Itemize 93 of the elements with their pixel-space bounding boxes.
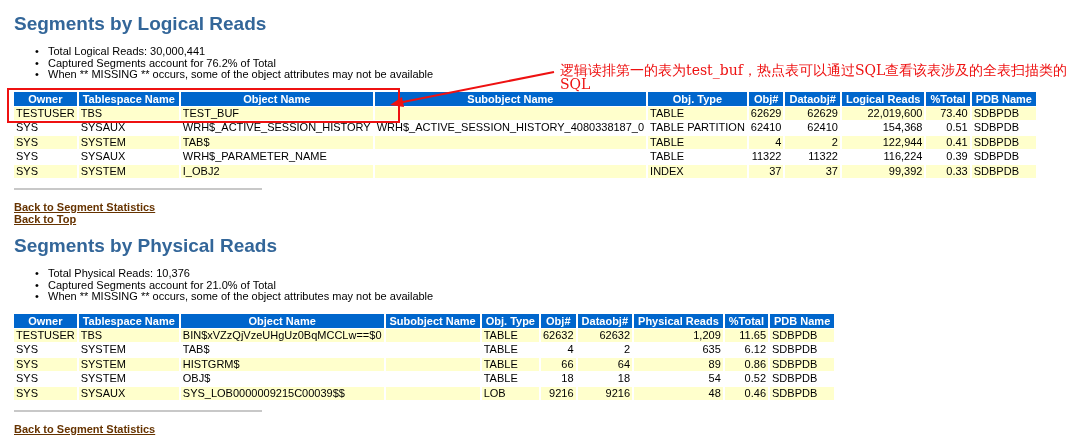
table-cell: SDBPDB [770,328,835,342]
column-header: Physical Reads [634,313,723,328]
column-header: %Total [724,313,769,328]
table-cell: TEST_BUF [180,106,373,120]
table-cell: 37 [785,164,840,178]
table-cell: 11.65 [724,328,769,342]
table-cell: 0.41 [926,135,970,149]
table-cell: BIN$xVZzQjVzeUHgUz0BqMCCLw==$0 [180,328,384,342]
column-header: Owner [14,313,77,328]
table-cell: LOB [481,386,539,400]
column-header: Obj# [541,313,576,328]
table-cell: 2 [785,135,840,149]
bullet-marker: • [35,290,40,302]
table-cell: SYSTEM [78,135,179,149]
table-cell: 62632 [577,328,633,342]
column-header: Owner [14,91,77,106]
column-header: Tablespace Name [78,91,179,106]
table-cell: SDBPDB [971,135,1036,149]
table-cell: 1,209 [634,328,723,342]
bullet-marker: • [35,267,40,279]
table-cell: 0.46 [724,386,769,400]
summary-item: Captured Segments account for 21.0% of Total [48,278,276,291]
summary-item: Total Physical Reads: 10,376 [48,267,190,279]
column-header: Obj# [748,91,784,106]
table-cell: HISTGRM$ [180,357,384,371]
annotation-text: 逻辑读排第一的表为test_buf，热点表可以通过SQL查看该表涉及的全表扫描类的SQL [560,63,1069,91]
table-cell: TESTUSER [14,106,77,120]
table-cell: 62629 [748,106,784,120]
summary-item: When ** MISSING ** occurs, some of the object attributes may not be available [48,68,434,80]
section-heading: Segments by Physical Reads [14,236,278,256]
table-cell: SYS [14,357,77,371]
table-cell: 9216 [541,386,576,400]
table-cell: 89 [634,357,723,371]
table-cell: 73.40 [926,106,970,120]
table-cell: TBS [78,328,179,342]
column-header: %Total [926,91,970,106]
column-header: Dataobj# [577,313,633,328]
column-header: Logical Reads [841,91,925,106]
table-cell: 4 [748,135,784,149]
summary-item: When ** MISSING ** occurs, some of the object attributes may not be available [48,290,434,302]
bullet-marker: • [35,56,40,69]
table-cell: I_OBJ2 [180,164,373,178]
bullet-marker: • [35,68,40,80]
table-cell: TAB$ [180,135,373,149]
summary-item: Captured Segments account for 76.2% of Total [48,56,276,69]
table-cell: TABLE [648,135,747,149]
table-cell: TABLE [481,328,539,342]
table-cell: 22,019,600 [841,106,925,120]
table-cell: 64 [577,357,633,371]
table-cell: 122,944 [841,135,925,149]
table-cell: TABLE [481,357,539,371]
table-cell: 62632 [541,328,576,342]
table-cell: 0.33 [926,164,970,178]
table-cell: INDEX [648,164,747,178]
table-cell: SYSTEM [78,357,179,371]
table-cell: 9216 [577,386,633,400]
column-header: Subobject Name [374,91,647,106]
section-heading: Segments by Logical Reads [14,14,268,34]
table-cell: SYSAUX [78,386,179,400]
table-cell: SYS_LOB0000009215C00039$$ [180,386,384,400]
column-header: Obj. Type [481,313,539,328]
nav-link[interactable]: Back to Segment Statistics [14,202,156,214]
table-cell: SYS [14,164,77,178]
table-cell: 37 [748,164,784,178]
bullet-marker: • [35,45,40,57]
table-cell: TBS [78,106,179,120]
bullet-marker: • [35,278,40,291]
nav-link[interactable]: Back to Segment Statistics [14,424,156,436]
table-cell: 62629 [785,106,840,120]
table-cell: SDBPDB [770,386,835,400]
table-cell: 48 [634,386,723,400]
table-cell: SYS [14,135,77,149]
column-header: Object Name [180,91,373,106]
column-header: PDB Name [971,91,1036,106]
column-header: Dataobj# [785,91,840,106]
nav-link[interactable]: Back to Top [14,213,77,225]
table-cell: 66 [541,357,576,371]
table-cell: 99,392 [841,164,925,178]
table-cell: TABLE [648,106,747,120]
column-header: PDB Name [770,313,835,328]
column-header: Object Name [180,313,384,328]
table-cell: SDBPDB [770,357,835,371]
table-cell: TESTUSER [14,328,77,342]
table-cell: SDBPDB [971,164,1036,178]
column-header: Tablespace Name [78,313,179,328]
table-cell: WRH$_ACTIVE_SESSION_HISTORY_4080338187_0 [374,121,647,135]
table-cell: 0.86 [724,357,769,371]
table-cell: SYS [14,386,77,400]
column-header: Subobject Name [385,313,480,328]
column-header: Obj. Type [648,91,747,106]
table-cell: SDBPDB [971,106,1036,120]
table-cell: SYSTEM [78,164,179,178]
summary-item: Total Logical Reads: 30,000,441 [48,45,206,57]
